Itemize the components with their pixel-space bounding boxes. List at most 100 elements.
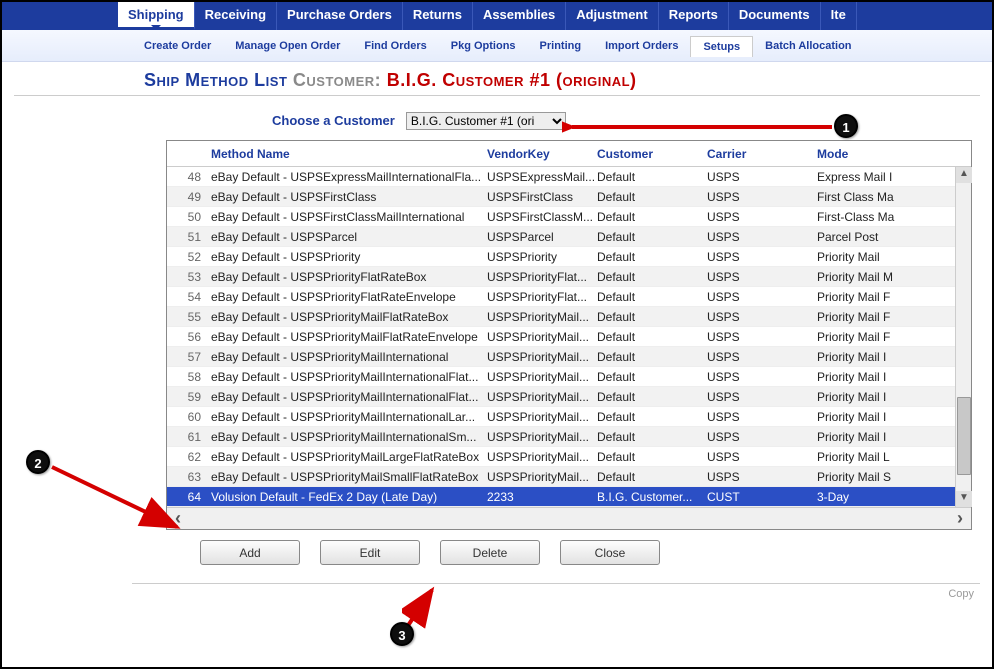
row-number: 55 xyxy=(167,310,207,324)
cell-customer: Default xyxy=(597,210,707,224)
footer: Copy xyxy=(132,583,980,600)
nav-tab-purchase-orders[interactable]: Purchase Orders xyxy=(277,2,403,30)
table-row[interactable]: 49eBay Default - USPSFirstClassUSPSFirst… xyxy=(167,187,971,207)
cell-method: eBay Default - USPSPriorityFlatRateEnvel… xyxy=(207,290,487,304)
subnav-create-order[interactable]: Create Order xyxy=(132,36,223,57)
cell-mode: First Class Ma xyxy=(817,190,907,204)
table-row[interactable]: 62eBay Default - USPSPriorityMailLargeFl… xyxy=(167,447,971,467)
cell-vendor: 2233 xyxy=(487,490,597,504)
action-buttons: Add Edit Delete Close xyxy=(2,530,992,565)
cell-method: eBay Default - USPSPriorityMailFlatRateE… xyxy=(207,330,487,344)
delete-button[interactable]: Delete xyxy=(440,540,540,565)
sub-nav: Create OrderManage Open OrderFind Orders… xyxy=(2,30,992,62)
cell-vendor: USPSPriorityMail... xyxy=(487,450,597,464)
row-number: 52 xyxy=(167,250,207,264)
subnav-manage-open-order[interactable]: Manage Open Order xyxy=(223,36,352,57)
nav-tab-documents[interactable]: Documents xyxy=(729,2,821,30)
subnav-find-orders[interactable]: Find Orders xyxy=(352,36,438,57)
row-number: 51 xyxy=(167,230,207,244)
table-row[interactable]: 54eBay Default - USPSPriorityFlatRateEnv… xyxy=(167,287,971,307)
nav-tab-ite[interactable]: Ite xyxy=(821,2,857,30)
edit-button[interactable]: Edit xyxy=(320,540,420,565)
row-number: 53 xyxy=(167,270,207,284)
table-row[interactable]: 64Volusion Default - FedEx 2 Day (Late D… xyxy=(167,487,971,507)
choose-label: Choose a Customer xyxy=(272,113,395,128)
cell-carrier: USPS xyxy=(707,450,817,464)
row-number: 57 xyxy=(167,350,207,364)
nav-tab-shipping[interactable]: Shipping xyxy=(118,2,195,30)
header-method[interactable]: Method Name xyxy=(207,147,487,161)
cell-customer: Default xyxy=(597,250,707,264)
header-carrier[interactable]: Carrier xyxy=(707,147,817,161)
table-row[interactable]: 58eBay Default - USPSPriorityMailInterna… xyxy=(167,367,971,387)
table-row[interactable]: 50eBay Default - USPSFirstClassMailInter… xyxy=(167,207,971,227)
nav-tab-receiving[interactable]: Receiving xyxy=(195,2,277,30)
cell-vendor: USPSPriorityMail... xyxy=(487,430,597,444)
cell-carrier: USPS xyxy=(707,270,817,284)
callout-3: 3 xyxy=(390,622,414,646)
cell-vendor: USPSPriorityFlat... xyxy=(487,270,597,284)
callout-2: 2 xyxy=(26,450,50,474)
table-row[interactable]: 55eBay Default - USPSPriorityMailFlatRat… xyxy=(167,307,971,327)
header-vendor[interactable]: VendorKey xyxy=(487,147,597,161)
scroll-down-icon[interactable]: ▼ xyxy=(956,491,972,507)
table-row[interactable]: 59eBay Default - USPSPriorityMailInterna… xyxy=(167,387,971,407)
cell-vendor: USPSFirstClass xyxy=(487,190,597,204)
subnav-pkg-options[interactable]: Pkg Options xyxy=(439,36,528,57)
table-row[interactable]: 53eBay Default - USPSPriorityFlatRateBox… xyxy=(167,267,971,287)
cell-customer: B.I.G. Customer... xyxy=(597,490,707,504)
cell-customer: Default xyxy=(597,270,707,284)
row-number: 56 xyxy=(167,330,207,344)
cell-customer: Default xyxy=(597,230,707,244)
cell-mode: Priority Mail F xyxy=(817,290,907,304)
callout-1: 1 xyxy=(834,114,858,138)
subnav-printing[interactable]: Printing xyxy=(528,36,594,57)
scroll-left-icon[interactable]: ‹ xyxy=(175,508,181,529)
table-row[interactable]: 61eBay Default - USPSPriorityMailInterna… xyxy=(167,427,971,447)
cell-vendor: USPSExpressMail... xyxy=(487,170,597,184)
subnav-batch-allocation[interactable]: Batch Allocation xyxy=(753,36,863,57)
page-title: Ship Method List Customer: B.I.G. Custom… xyxy=(14,62,980,96)
row-number: 60 xyxy=(167,410,207,424)
row-number: 50 xyxy=(167,210,207,224)
cell-carrier: USPS xyxy=(707,170,817,184)
cell-method: eBay Default - USPSPriorityMailInternati… xyxy=(207,430,487,444)
scroll-right-icon[interactable]: › xyxy=(957,508,963,529)
nav-tab-adjustment[interactable]: Adjustment xyxy=(566,2,659,30)
header-mode[interactable]: Mode xyxy=(817,147,907,161)
add-button[interactable]: Add xyxy=(200,540,300,565)
nav-tab-assemblies[interactable]: Assemblies xyxy=(473,2,566,30)
subnav-import-orders[interactable]: Import Orders xyxy=(593,36,690,57)
vertical-scrollbar[interactable]: ▲ ▼ xyxy=(955,167,971,507)
cell-vendor: USPSPriorityMail... xyxy=(487,390,597,404)
table-row[interactable]: 52eBay Default - USPSPriorityUSPSPriorit… xyxy=(167,247,971,267)
cell-vendor: USPSParcel xyxy=(487,230,597,244)
table-row[interactable]: 57eBay Default - USPSPriorityMailInterna… xyxy=(167,347,971,367)
scroll-thumb[interactable] xyxy=(957,397,971,475)
horizontal-scrollbar[interactable]: ‹ › xyxy=(167,507,971,529)
cell-vendor: USPSPriorityMail... xyxy=(487,370,597,384)
table-row[interactable]: 56eBay Default - USPSPriorityMailFlatRat… xyxy=(167,327,971,347)
cell-mode: Priority Mail xyxy=(817,250,907,264)
customer-select[interactable]: B.I.G. Customer #1 (ori xyxy=(406,112,566,130)
close-button[interactable]: Close xyxy=(560,540,660,565)
cell-method: eBay Default - USPSPriorityFlatRateBox xyxy=(207,270,487,284)
table-row[interactable]: 60eBay Default - USPSPriorityMailInterna… xyxy=(167,407,971,427)
cell-mode: Priority Mail I xyxy=(817,410,907,424)
cell-vendor: USPSPriorityMail... xyxy=(487,350,597,364)
scroll-up-icon[interactable]: ▲ xyxy=(956,167,972,183)
subnav-setups[interactable]: Setups xyxy=(690,36,753,57)
cell-customer: Default xyxy=(597,370,707,384)
cell-vendor: USPSPriorityMail... xyxy=(487,330,597,344)
title-main: Ship Method List xyxy=(144,70,287,90)
nav-tab-returns[interactable]: Returns xyxy=(403,2,473,30)
title-cust-name: B.I.G. Customer #1 (original) xyxy=(387,70,637,90)
cell-method: eBay Default - USPSPriorityMailLargeFlat… xyxy=(207,450,487,464)
cell-carrier: USPS xyxy=(707,290,817,304)
table-row[interactable]: 48eBay Default - USPSExpressMailInternat… xyxy=(167,167,971,187)
table-row[interactable]: 63eBay Default - USPSPriorityMailSmallFl… xyxy=(167,467,971,487)
cell-carrier: CUST xyxy=(707,490,817,504)
table-row[interactable]: 51eBay Default - USPSParcelUSPSParcelDef… xyxy=(167,227,971,247)
nav-tab-reports[interactable]: Reports xyxy=(659,2,729,30)
header-customer[interactable]: Customer xyxy=(597,147,707,161)
